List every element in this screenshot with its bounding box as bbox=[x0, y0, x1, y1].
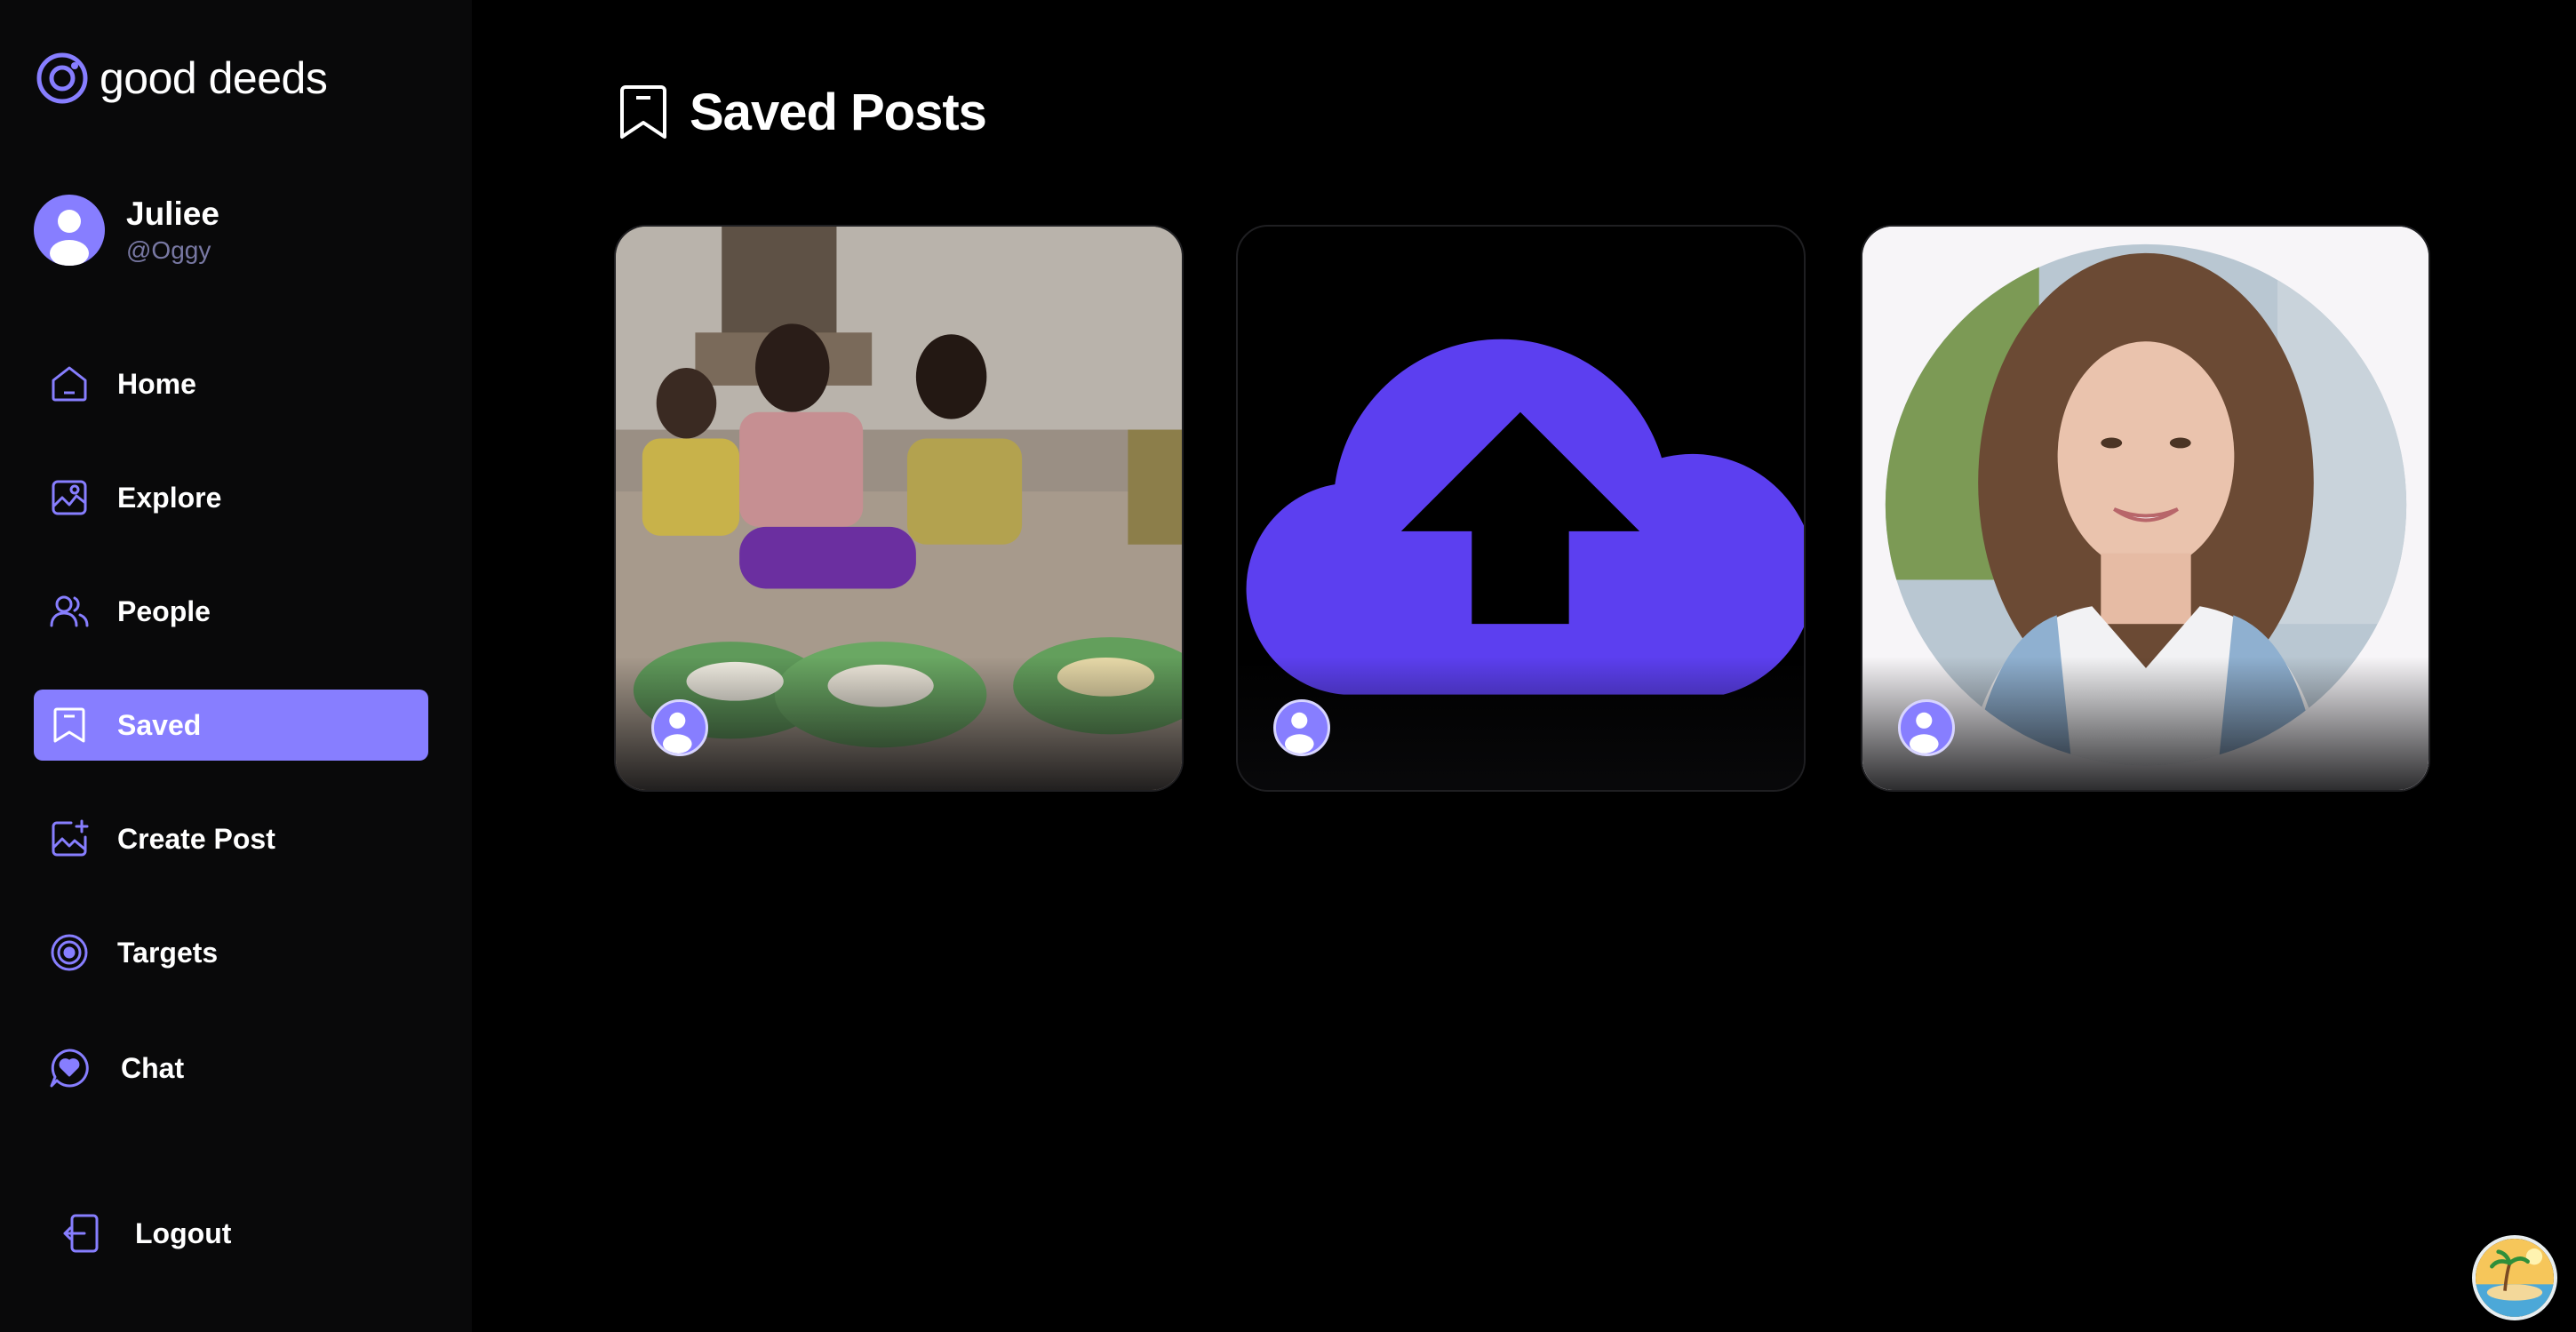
logo-icon bbox=[36, 52, 88, 104]
user-name: Juliee bbox=[126, 195, 219, 232]
sidebar-item-label: Home bbox=[117, 367, 196, 400]
sidebar-item-label: Chat bbox=[121, 1051, 185, 1084]
user-silhouette-icon bbox=[1909, 712, 1939, 754]
page-title: Saved Posts bbox=[690, 83, 987, 141]
sidebar-item-label: People bbox=[117, 594, 211, 627]
home-icon bbox=[34, 348, 105, 419]
create-post-icon bbox=[34, 803, 105, 874]
app-name: good deeds bbox=[100, 53, 328, 103]
sidebar-item-label: Explore bbox=[117, 481, 222, 514]
user-handle: @Oggy bbox=[126, 236, 211, 264]
avatar bbox=[34, 195, 105, 266]
saved-post-card[interactable] bbox=[1861, 225, 2430, 792]
sidebar: good deeds Juliee @Oggy Home Explore Peo… bbox=[0, 0, 472, 1332]
post-author-avatar[interactable] bbox=[651, 699, 708, 756]
sidebar-item-explore[interactable]: Explore bbox=[34, 462, 428, 533]
sidebar-item-chat[interactable]: Chat bbox=[34, 1033, 428, 1104]
post-author-avatar[interactable] bbox=[1898, 699, 1955, 756]
user-silhouette-icon bbox=[662, 712, 692, 754]
sidebar-item-create-post[interactable]: Create Post bbox=[34, 803, 428, 874]
user-silhouette-icon bbox=[50, 210, 89, 266]
bookmark-icon bbox=[620, 85, 666, 139]
user-profile[interactable]: Juliee @Oggy bbox=[34, 194, 219, 267]
sidebar-item-saved[interactable]: Saved bbox=[34, 690, 428, 761]
sidebar-item-targets[interactable]: Targets bbox=[34, 917, 428, 988]
target-icon bbox=[34, 917, 105, 988]
saved-post-card[interactable] bbox=[614, 225, 1184, 792]
post-author-avatar[interactable] bbox=[1273, 699, 1330, 756]
explore-icon bbox=[34, 462, 105, 533]
logout-icon bbox=[50, 1202, 112, 1264]
app-logo[interactable]: good deeds bbox=[36, 52, 328, 105]
sidebar-item-people[interactable]: People bbox=[34, 576, 428, 647]
chat-icon bbox=[34, 1033, 105, 1104]
sidebar-item-home[interactable]: Home bbox=[34, 348, 428, 419]
sidebar-item-label: Saved bbox=[117, 708, 202, 741]
page-header: Saved Posts bbox=[613, 82, 987, 142]
floating-beach-button[interactable] bbox=[2472, 1235, 2557, 1320]
sidebar-item-label: Targets bbox=[117, 936, 219, 969]
people-icon bbox=[34, 576, 105, 647]
logout-button[interactable]: Logout bbox=[50, 1198, 231, 1269]
saved-post-card[interactable] bbox=[1236, 225, 1806, 792]
beach-island-icon bbox=[2476, 1239, 2554, 1317]
bookmark-icon bbox=[34, 690, 105, 761]
sidebar-item-label: Create Post bbox=[117, 822, 275, 855]
user-silhouette-icon bbox=[1284, 712, 1314, 754]
logout-label: Logout bbox=[135, 1216, 232, 1249]
